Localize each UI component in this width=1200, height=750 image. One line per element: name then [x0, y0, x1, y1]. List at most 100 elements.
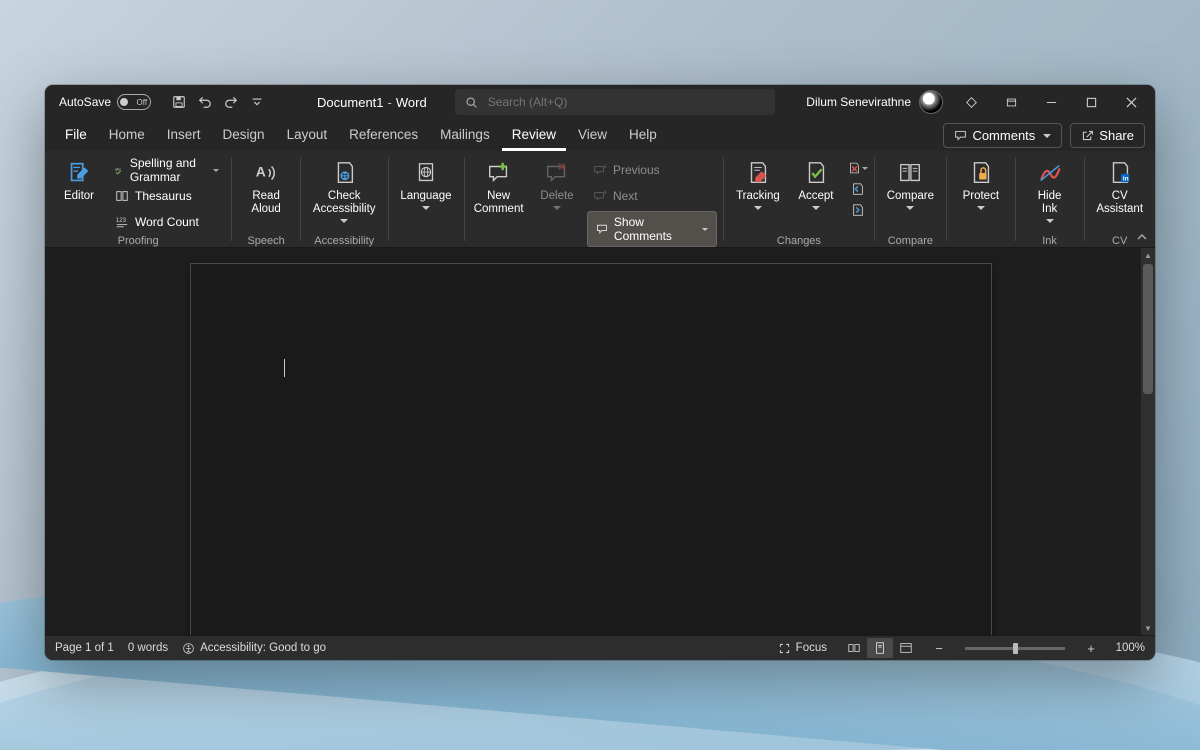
close-icon [1126, 97, 1137, 108]
read-mode-button[interactable] [841, 638, 867, 658]
read-mode-icon [847, 641, 861, 655]
group-accessibility: Check Accessibility Accessibility [301, 151, 388, 247]
editor-button[interactable]: Editor [51, 155, 107, 235]
status-accessibility[interactable]: Accessibility: Good to go [182, 642, 326, 655]
web-layout-button[interactable] [893, 638, 919, 658]
redo-button[interactable] [219, 90, 243, 114]
redo-icon [224, 95, 238, 109]
autosave-toggle[interactable]: AutoSave Off [59, 94, 151, 110]
zoom-out-button[interactable]: − [933, 641, 945, 656]
search-input[interactable] [486, 94, 765, 110]
previous-comment-button[interactable]: Previous [587, 157, 717, 183]
tab-design[interactable]: Design [213, 121, 275, 151]
tab-help[interactable]: Help [619, 121, 667, 151]
share-button[interactable]: Share [1070, 123, 1145, 148]
previous-change-button[interactable] [848, 179, 868, 199]
read-aloud-icon: A [252, 159, 280, 187]
tab-view[interactable]: View [568, 121, 617, 151]
status-words[interactable]: 0 words [128, 642, 168, 654]
cv-assistant-button[interactable]: in CV Assistant [1090, 155, 1149, 235]
group-ink: Hide Ink Ink [1016, 151, 1084, 247]
ink-icon [1036, 159, 1064, 187]
zoom-level[interactable]: 100% [1111, 642, 1145, 654]
group-proofing: Editor abc Spelling and Grammar Thesauru… [45, 151, 231, 247]
minimize-button[interactable] [1033, 88, 1069, 116]
print-layout-icon [873, 641, 887, 655]
svg-text:in: in [1122, 175, 1128, 182]
next-comment-button[interactable]: Next [587, 183, 717, 209]
maximize-button[interactable] [1073, 88, 1109, 116]
compare-icon [896, 159, 924, 187]
compare-button[interactable]: Compare [881, 155, 940, 235]
vertical-scrollbar[interactable]: ▲ ▼ [1141, 248, 1155, 635]
group-label-changes: Changes [777, 235, 821, 249]
maximize-icon [1086, 97, 1097, 108]
comments-button[interactable]: Comments [943, 123, 1062, 148]
user-avatar[interactable] [919, 90, 943, 114]
word-window: AutoSave Off Document1 - Word [45, 85, 1155, 660]
status-page[interactable]: Page 1 of 1 [55, 642, 114, 654]
next-change-button[interactable] [848, 200, 868, 220]
tab-layout[interactable]: Layout [277, 121, 338, 151]
spelling-grammar-button[interactable]: abc Spelling and Grammar [109, 157, 225, 183]
autosave-label: AutoSave [59, 95, 111, 109]
group-compare: Compare Compare [875, 151, 946, 247]
save-button[interactable] [167, 90, 191, 114]
chevron-up-icon [1137, 232, 1147, 242]
text-cursor [284, 359, 285, 377]
group-label-proofing: Proofing [118, 235, 159, 249]
tabs: File Home Insert Design Layout Reference… [45, 119, 1155, 151]
user-name[interactable]: Dilum Senevirathne [806, 95, 911, 109]
check-accessibility-button[interactable]: Check Accessibility [307, 155, 382, 235]
svg-text:123: 123 [116, 217, 127, 224]
tracking-icon [744, 159, 772, 187]
ribbon-collapse-button[interactable] [1133, 229, 1151, 245]
zoom-in-button[interactable]: + [1085, 641, 1097, 656]
scroll-up-button[interactable]: ▲ [1141, 248, 1155, 262]
group-label-compare: Compare [888, 235, 933, 249]
comment-icon [954, 129, 967, 142]
protect-button[interactable]: Protect [953, 155, 1009, 235]
tab-file[interactable]: File [55, 121, 97, 151]
qat-customize-button[interactable] [245, 90, 269, 114]
accept-button[interactable]: Accept [788, 155, 844, 235]
group-speech: A Read Aloud Speech [232, 151, 300, 247]
close-button[interactable] [1113, 88, 1149, 116]
scroll-thumb[interactable] [1143, 264, 1153, 394]
print-layout-button[interactable] [867, 638, 893, 658]
delete-comment-button[interactable]: Delete [529, 155, 585, 235]
chevron-down-icon [250, 95, 264, 109]
search-box[interactable] [455, 89, 775, 115]
word-count-button[interactable]: 123 Word Count [109, 209, 225, 235]
tab-mailings[interactable]: Mailings [430, 121, 500, 151]
new-comment-button[interactable]: New Comment [470, 155, 527, 235]
zoom-slider[interactable] [965, 647, 1065, 650]
svg-text:A: A [256, 164, 266, 180]
read-aloud-button[interactable]: A Read Aloud [238, 155, 294, 235]
reject-button[interactable] [848, 158, 868, 178]
scroll-down-button[interactable]: ▼ [1141, 621, 1155, 635]
thesaurus-button[interactable]: Thesaurus [109, 183, 225, 209]
undo-button[interactable] [193, 90, 217, 114]
language-button[interactable]: Language [394, 155, 457, 235]
show-comments-button[interactable]: Show Comments [587, 211, 717, 247]
tracking-button[interactable]: Tracking [730, 155, 786, 235]
hide-ink-button[interactable]: Hide Ink [1022, 155, 1078, 235]
globe-icon [412, 159, 440, 187]
tab-review[interactable]: Review [502, 121, 566, 151]
next-change-icon [851, 203, 865, 217]
tab-insert[interactable]: Insert [157, 121, 211, 151]
reject-icon [848, 161, 861, 175]
tab-references[interactable]: References [339, 121, 428, 151]
page[interactable] [190, 263, 992, 635]
coming-soon-button[interactable] [953, 88, 989, 116]
undo-icon [198, 95, 212, 109]
focus-mode-button[interactable]: Focus [778, 642, 827, 655]
protect-icon [967, 159, 995, 187]
document-area[interactable]: ▲ ▼ [45, 248, 1155, 635]
autosave-switch[interactable]: Off [117, 94, 151, 110]
group-label-accessibility: Accessibility [314, 235, 374, 249]
tab-home[interactable]: Home [99, 121, 155, 151]
ribbon-display-button[interactable] [993, 88, 1029, 116]
group-comments: New Comment Delete Previous [464, 151, 723, 247]
